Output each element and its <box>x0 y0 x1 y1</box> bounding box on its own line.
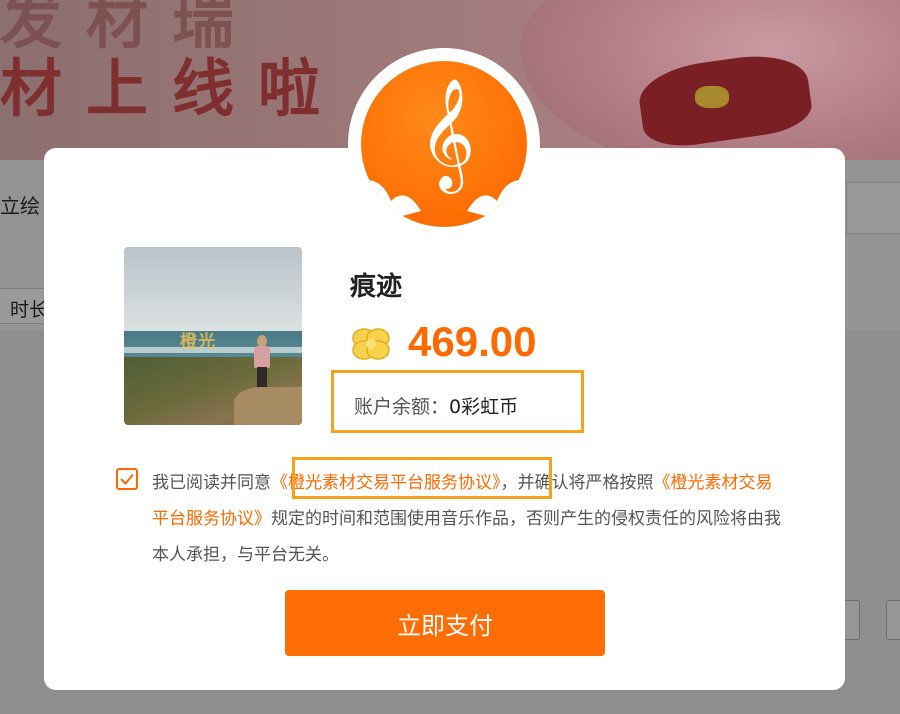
background-small-button[interactable] <box>886 600 900 640</box>
background-tab[interactable]: 立绘 <box>0 190 40 219</box>
pay-now-button[interactable]: 立即支付 <box>285 590 605 656</box>
music-note-icon: 𝄞 <box>418 77 476 189</box>
agreement-checkbox[interactable] <box>116 468 138 490</box>
balance-highlight: 账户余额：0彩虹币 <box>331 370 584 433</box>
agreement-text-before: 我已阅读并同意 <box>152 473 271 493</box>
track-cover-image: 橙光 <box>124 247 302 425</box>
background-search-box[interactable] <box>846 182 900 234</box>
clover-coin-icon <box>352 328 390 360</box>
balance-value: 0彩虹币 <box>449 396 519 418</box>
cover-watermark: 橙光 <box>180 332 216 352</box>
banner-gem-art <box>695 86 729 108</box>
agreement-link-highlight <box>292 457 552 499</box>
checkmark-icon <box>120 473 134 485</box>
track-title: 痕迹 <box>350 272 403 302</box>
account-balance: 账户余额：0彩虹币 <box>354 392 518 419</box>
balance-label: 账户余额： <box>354 396 450 418</box>
price-value: 469.00 <box>408 318 537 365</box>
